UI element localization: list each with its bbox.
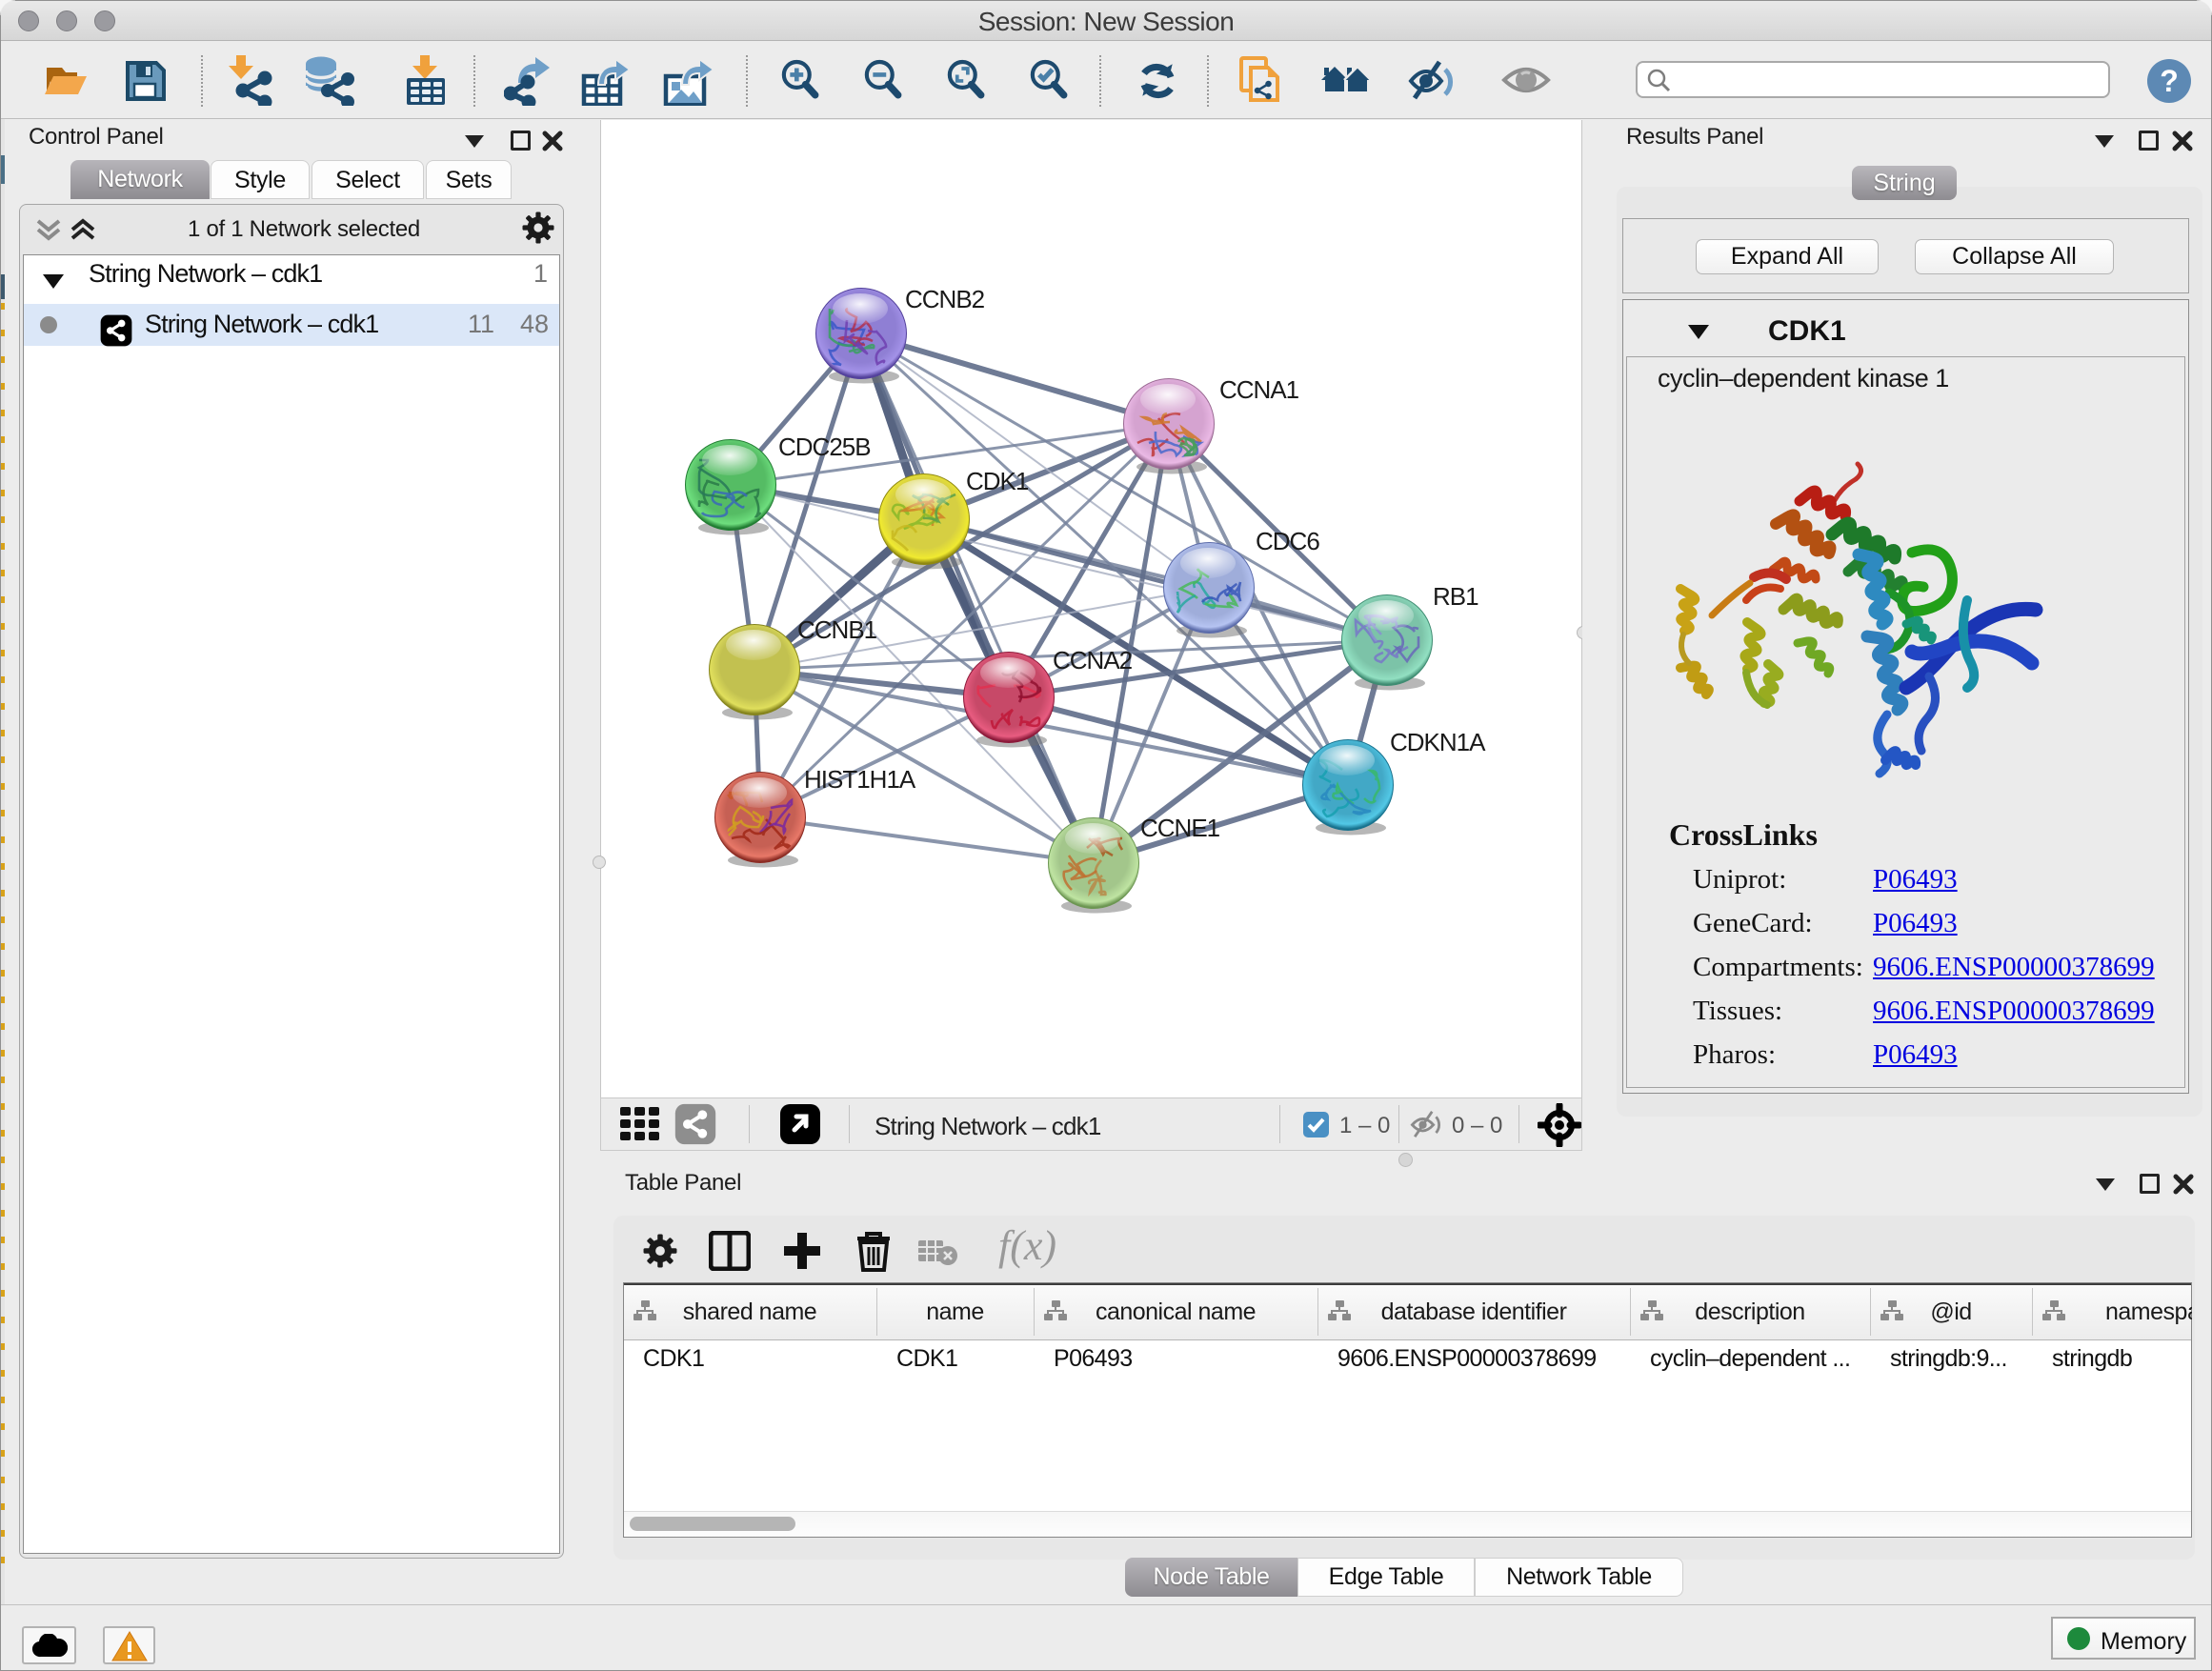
svg-text:CCNB1: CCNB1 (797, 615, 877, 644)
svg-text:CCNA2: CCNA2 (1053, 646, 1133, 674)
svg-text:CDC25B: CDC25B (778, 433, 871, 461)
svg-text:HIST1H1A: HIST1H1A (804, 765, 916, 794)
svg-text:CCNE1: CCNE1 (1140, 814, 1220, 842)
svg-text:RB1: RB1 (1433, 582, 1478, 611)
svg-text:CCNA1: CCNA1 (1219, 375, 1299, 404)
svg-text:CDKN1A: CDKN1A (1390, 728, 1486, 756)
svg-text:CCNB2: CCNB2 (905, 285, 985, 313)
svg-text:CDK1: CDK1 (966, 467, 1029, 495)
svg-text:CDC6: CDC6 (1256, 527, 1319, 555)
